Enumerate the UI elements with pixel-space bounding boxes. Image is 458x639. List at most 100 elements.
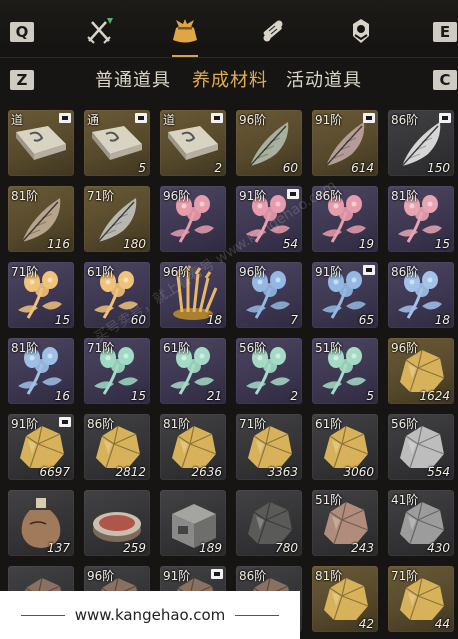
item-quantity: 15 xyxy=(434,237,450,251)
inventory-slot[interactable]: 51阶 5 xyxy=(312,338,378,404)
item-tier: 96阶 xyxy=(239,265,267,279)
item-tier: 91阶 xyxy=(163,569,191,583)
item-quantity: 5 xyxy=(138,161,146,175)
item-quantity: 16 xyxy=(54,389,70,403)
item-tier: 61阶 xyxy=(87,265,115,279)
inventory-slot[interactable]: 道2 xyxy=(160,110,226,176)
item-quantity: 5 xyxy=(366,389,374,403)
item-quantity: 3060 xyxy=(343,465,374,479)
item-quantity: 780 xyxy=(275,541,298,555)
footer-divider-right xyxy=(235,614,280,616)
inventory-slot[interactable]: 41阶 430 xyxy=(388,490,454,556)
inventory-slot[interactable]: 81阶 15 xyxy=(388,186,454,252)
item-quantity: 116 xyxy=(47,237,70,251)
bound-badge-icon xyxy=(135,113,147,123)
bound-badge-icon xyxy=(287,189,299,199)
inventory-slot[interactable]: 91阶 6697 xyxy=(8,414,74,480)
item-quantity: 2812 xyxy=(115,465,146,479)
item-quantity: 6697 xyxy=(39,465,70,479)
item-quantity: 7 xyxy=(290,313,298,327)
item-tier: 71阶 xyxy=(391,569,419,583)
item-quantity: 2 xyxy=(214,161,222,175)
inventory-slot[interactable]: 189 xyxy=(160,490,226,556)
inventory-slot[interactable]: 81阶 16 xyxy=(8,338,74,404)
item-tier: 61阶 xyxy=(315,417,343,431)
bound-badge-icon xyxy=(439,113,451,123)
item-quantity: 15 xyxy=(54,313,70,327)
item-tier: 96阶 xyxy=(163,189,191,203)
item-tier: 81阶 xyxy=(11,189,39,203)
inventory-slot[interactable]: 56阶 2 xyxy=(236,338,302,404)
item-quantity: 137 xyxy=(47,541,70,555)
item-tier: 51阶 xyxy=(315,493,343,507)
inventory-slot[interactable]: 56阶 554 xyxy=(388,414,454,480)
inventory-slot[interactable]: 780 xyxy=(236,490,302,556)
inventory-slot[interactable]: 137 xyxy=(8,490,74,556)
inventory-slot[interactable]: 81阶 42 xyxy=(312,566,378,632)
inventory-slot[interactable]: 71阶 180 xyxy=(84,186,150,252)
inventory-slot[interactable]: 81阶 116 xyxy=(8,186,74,252)
inventory-slot[interactable]: 91阶 65 xyxy=(312,262,378,328)
footer-url: www.kangehao.com xyxy=(74,606,226,624)
item-quantity: 554 xyxy=(427,465,450,479)
inventory-slot[interactable]: 96阶 18 xyxy=(160,262,226,328)
bound-badge-icon xyxy=(211,569,223,579)
item-tier: 81阶 xyxy=(163,417,191,431)
item-tier: 86阶 xyxy=(87,417,115,431)
item-tier: 71阶 xyxy=(87,341,115,355)
inventory-slot[interactable]: 61阶 60 xyxy=(84,262,150,328)
inventory-slot[interactable]: 71阶 15 xyxy=(84,338,150,404)
item-quantity: 180 xyxy=(123,237,146,251)
item-quantity: 2636 xyxy=(191,465,222,479)
inventory-slot[interactable]: 51阶 243 xyxy=(312,490,378,556)
inventory-slot[interactable]: 259 xyxy=(84,490,150,556)
item-quantity: 1624 xyxy=(419,389,450,403)
item-quantity: 44 xyxy=(434,617,450,631)
inventory-slot[interactable]: 61阶 21 xyxy=(160,338,226,404)
item-quantity: 18 xyxy=(434,313,450,327)
item-tier: 86阶 xyxy=(391,265,419,279)
inventory-slot[interactable]: 71阶 3363 xyxy=(236,414,302,480)
inventory-grid: 道 通5 道2 96阶 60 91阶 614 86阶 150 81阶 116 7… xyxy=(0,0,458,639)
item-quantity: 243 xyxy=(351,541,374,555)
item-quantity: 60 xyxy=(130,313,146,327)
item-quantity: 259 xyxy=(123,541,146,555)
bound-badge-icon xyxy=(59,113,71,123)
item-tier: 道 xyxy=(163,113,176,127)
item-tier: 61阶 xyxy=(163,341,191,355)
item-quantity: 189 xyxy=(199,541,222,555)
item-tier: 通 xyxy=(87,113,100,127)
inventory-slot[interactable]: 91阶 614 xyxy=(312,110,378,176)
item-tier: 71阶 xyxy=(239,417,267,431)
inventory-slot[interactable]: 96阶 7 xyxy=(236,262,302,328)
item-tier: 86阶 xyxy=(391,113,419,127)
item-quantity: 18 xyxy=(206,313,222,327)
item-tier: 71阶 xyxy=(87,189,115,203)
item-quantity: 614 xyxy=(351,161,374,175)
inventory-slot[interactable]: 96阶 xyxy=(160,186,226,252)
inventory-slot[interactable]: 86阶 150 xyxy=(388,110,454,176)
bound-badge-icon xyxy=(211,113,223,123)
inventory-slot[interactable]: 96阶 1624 xyxy=(388,338,454,404)
inventory-slot[interactable]: 91阶 54 xyxy=(236,186,302,252)
inventory-slot[interactable]: 86阶 2812 xyxy=(84,414,150,480)
inventory-slot[interactable]: 61阶 3060 xyxy=(312,414,378,480)
inventory-slot[interactable]: 86阶 19 xyxy=(312,186,378,252)
item-quantity: 430 xyxy=(427,541,450,555)
item-quantity: 65 xyxy=(358,313,374,327)
item-quantity: 42 xyxy=(358,617,374,631)
item-tier: 91阶 xyxy=(315,265,343,279)
item-quantity: 2 xyxy=(290,389,298,403)
item-tier: 71阶 xyxy=(11,265,39,279)
inventory-slot[interactable]: 96阶 60 xyxy=(236,110,302,176)
inventory-slot[interactable]: 81阶 2636 xyxy=(160,414,226,480)
inventory-slot[interactable]: 71阶 44 xyxy=(388,566,454,632)
inventory-slot[interactable]: 71阶 15 xyxy=(8,262,74,328)
inventory-slot[interactable]: 86阶 18 xyxy=(388,262,454,328)
item-quantity: 3363 xyxy=(267,465,298,479)
item-quantity: 60 xyxy=(282,161,298,175)
item-tier: 96阶 xyxy=(87,569,115,583)
inventory-slot[interactable]: 通5 xyxy=(84,110,150,176)
item-quantity: 150 xyxy=(427,161,450,175)
inventory-slot[interactable]: 道 xyxy=(8,110,74,176)
